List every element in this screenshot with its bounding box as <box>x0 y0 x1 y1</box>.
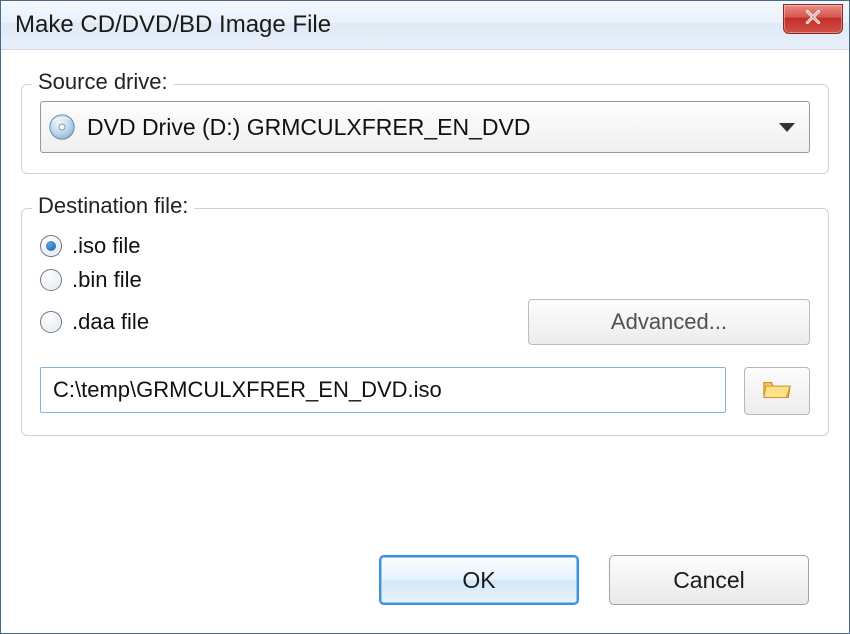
radio-bin-label: .bin file <box>72 267 142 293</box>
source-drive-group: Source drive: <box>21 84 829 174</box>
window-title: Make CD/DVD/BD Image File <box>15 11 331 39</box>
button-row: OK Cancel <box>21 535 829 623</box>
destination-path-input[interactable] <box>40 367 726 413</box>
radio-indicator-daa <box>40 311 62 333</box>
radio-iso-label: .iso file <box>72 233 140 259</box>
advanced-button-label: Advanced... <box>611 309 727 335</box>
radio-daa[interactable]: .daa file <box>40 309 149 335</box>
client-area: Source drive: <box>1 50 849 633</box>
titlebar: Make CD/DVD/BD Image File <box>1 1 849 50</box>
radio-indicator-bin <box>40 269 62 291</box>
close-button[interactable] <box>783 4 843 34</box>
destination-file-group: Destination file: .iso file .bin file .d… <box>21 208 829 436</box>
cancel-button[interactable]: Cancel <box>609 555 809 605</box>
radio-bin[interactable]: .bin file <box>40 267 142 293</box>
radio-indicator-iso <box>40 235 62 257</box>
dialog-window: Make CD/DVD/BD Image File Source drive: <box>0 0 850 634</box>
source-drive-legend: Source drive: <box>32 69 174 95</box>
browse-button[interactable] <box>744 367 810 415</box>
folder-open-icon <box>762 377 792 406</box>
close-icon <box>804 8 822 31</box>
destination-file-legend: Destination file: <box>32 193 194 219</box>
radio-daa-label: .daa file <box>72 309 149 335</box>
ok-button-label: OK <box>462 567 495 594</box>
source-drive-combobox[interactable]: DVD Drive (D:) GRMCULXFRER_EN_DVD <box>40 101 810 153</box>
chevron-down-icon <box>779 123 795 132</box>
advanced-button[interactable]: Advanced... <box>528 299 810 345</box>
source-drive-text: DVD Drive (D:) GRMCULXFRER_EN_DVD <box>87 114 779 141</box>
disc-icon <box>47 112 77 142</box>
radio-dot-icon <box>46 241 56 251</box>
cancel-button-label: Cancel <box>673 567 745 594</box>
ok-button[interactable]: OK <box>379 555 579 605</box>
radio-iso[interactable]: .iso file <box>40 233 140 259</box>
